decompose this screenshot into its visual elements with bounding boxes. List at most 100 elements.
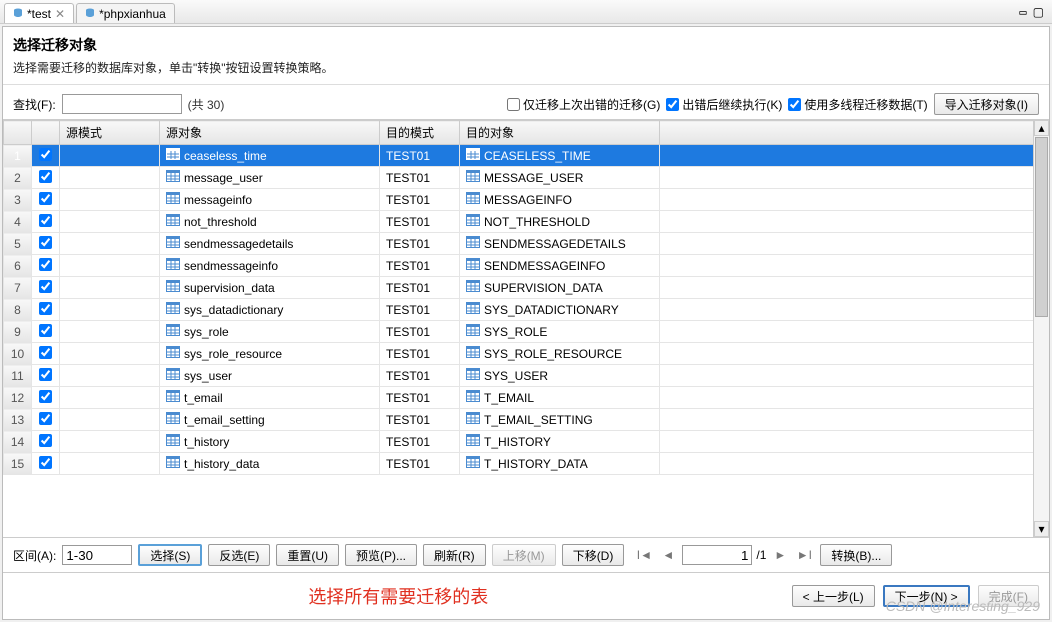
row-number: 9 bbox=[4, 321, 32, 343]
row-checkbox[interactable] bbox=[39, 368, 52, 381]
tab-test[interactable]: *test ✕ bbox=[4, 3, 74, 23]
col-rownum[interactable] bbox=[4, 121, 32, 145]
col-checkbox[interactable] bbox=[32, 121, 60, 145]
cell-src-obj: ceaseless_time bbox=[160, 145, 380, 167]
row-checkbox[interactable] bbox=[39, 148, 52, 161]
table-row[interactable]: 5 sendmessagedetailsTEST01 SENDMESSAGEDE… bbox=[4, 233, 1049, 255]
page-first-icon[interactable]: І◄ bbox=[634, 545, 654, 565]
col-dst-schema[interactable]: 目的模式 bbox=[380, 121, 460, 145]
cell-dst-obj: SYS_ROLE_RESOURCE bbox=[460, 343, 660, 365]
row-checkbox[interactable] bbox=[39, 390, 52, 403]
vertical-scrollbar[interactable]: ▴ ▾ bbox=[1033, 120, 1049, 537]
cell-src-schema bbox=[60, 167, 160, 189]
table-icon bbox=[466, 346, 480, 361]
table-row[interactable]: 14 t_historyTEST01 T_HISTORY bbox=[4, 431, 1049, 453]
page-next-icon[interactable]: ► bbox=[770, 545, 790, 565]
col-extra[interactable] bbox=[660, 121, 1049, 145]
db-icon bbox=[13, 7, 23, 21]
table-row[interactable]: 12 t_emailTEST01 T_EMAIL bbox=[4, 387, 1049, 409]
page-title: 选择迁移对象 bbox=[13, 35, 1039, 55]
row-checkbox[interactable] bbox=[39, 192, 52, 205]
cell-src-schema bbox=[60, 189, 160, 211]
page-total: /1 bbox=[756, 548, 766, 562]
row-checkbox[interactable] bbox=[39, 346, 52, 359]
row-checkbox[interactable] bbox=[39, 236, 52, 249]
table-row[interactable]: 7 supervision_dataTEST01 SUPERVISION_DAT… bbox=[4, 277, 1049, 299]
opt-continue[interactable]: 出错后继续执行(K) bbox=[666, 96, 782, 113]
refresh-button[interactable]: 刷新(R) bbox=[423, 544, 486, 566]
cell-dst-obj: SYS_DATADICTIONARY bbox=[460, 299, 660, 321]
cell-dst-schema: TEST01 bbox=[380, 211, 460, 233]
cell-src-schema bbox=[60, 343, 160, 365]
row-number: 14 bbox=[4, 431, 32, 453]
action-toolbar: 区间(A): 选择(S) 反选(E) 重置(U) 预览(P)... 刷新(R) … bbox=[3, 537, 1049, 572]
table-row[interactable]: 13 t_email_settingTEST01 T_EMAIL_SETTING bbox=[4, 409, 1049, 431]
opt-multithread[interactable]: 使用多线程迁移数据(T) bbox=[788, 96, 927, 113]
scroll-up-icon[interactable]: ▴ bbox=[1034, 120, 1049, 136]
table-row[interactable]: 9 sys_roleTEST01 SYS_ROLE bbox=[4, 321, 1049, 343]
objects-table: 源模式 源对象 目的模式 目的对象 1 ceaseless_timeTEST01… bbox=[3, 119, 1049, 537]
row-checkbox[interactable] bbox=[39, 456, 52, 469]
cell-extra bbox=[660, 387, 1049, 409]
table-icon bbox=[466, 368, 480, 383]
import-button[interactable]: 导入迁移对象(I) bbox=[934, 93, 1039, 115]
page-last-icon[interactable]: ►І bbox=[794, 545, 814, 565]
cell-extra bbox=[660, 321, 1049, 343]
row-checkbox[interactable] bbox=[39, 214, 52, 227]
wizard-footer: 选择所有需要迁移的表 < 上一步(L) 下一步(N) > 完成(F) bbox=[3, 572, 1049, 619]
back-button[interactable]: < 上一步(L) bbox=[792, 585, 875, 607]
next-button[interactable]: 下一步(N) > bbox=[883, 585, 970, 607]
col-src-obj[interactable]: 源对象 bbox=[160, 121, 380, 145]
reset-button[interactable]: 重置(U) bbox=[276, 544, 339, 566]
minimize-icon[interactable]: ▭ bbox=[1019, 5, 1026, 19]
page-input[interactable] bbox=[682, 545, 752, 565]
convert-button[interactable]: 转换(B)... bbox=[820, 544, 892, 566]
table-row[interactable]: 11 sys_userTEST01 SYS_USER bbox=[4, 365, 1049, 387]
invert-button[interactable]: 反选(E) bbox=[208, 544, 270, 566]
row-checkbox[interactable] bbox=[39, 280, 52, 293]
cell-src-schema bbox=[60, 431, 160, 453]
row-checkbox[interactable] bbox=[39, 412, 52, 425]
table-row[interactable]: 15 t_history_dataTEST01 T_HISTORY_DATA bbox=[4, 453, 1049, 475]
table-row[interactable]: 8 sys_datadictionaryTEST01 SYS_DATADICTI… bbox=[4, 299, 1049, 321]
table-icon bbox=[466, 236, 480, 251]
page-prev-icon[interactable]: ◄ bbox=[658, 545, 678, 565]
col-src-schema[interactable]: 源模式 bbox=[60, 121, 160, 145]
close-icon[interactable]: ✕ bbox=[55, 7, 65, 21]
col-dst-obj[interactable]: 目的对象 bbox=[460, 121, 660, 145]
preview-button[interactable]: 预览(P)... bbox=[345, 544, 417, 566]
cell-src-schema bbox=[60, 387, 160, 409]
table-row[interactable]: 2 message_userTEST01 MESSAGE_USER bbox=[4, 167, 1049, 189]
cell-src-schema bbox=[60, 321, 160, 343]
table-icon bbox=[166, 214, 180, 229]
cell-dst-obj: SYS_ROLE bbox=[460, 321, 660, 343]
cell-extra bbox=[660, 145, 1049, 167]
table-row[interactable]: 10 sys_role_resourceTEST01 SYS_ROLE_RESO… bbox=[4, 343, 1049, 365]
table-row[interactable]: 6 sendmessageinfoTEST01 SENDMESSAGEINFO bbox=[4, 255, 1049, 277]
scroll-down-icon[interactable]: ▾ bbox=[1034, 521, 1049, 537]
annotation-text: 选择所有需要迁移的表 bbox=[13, 583, 784, 609]
table-icon bbox=[466, 412, 480, 427]
cell-src-schema bbox=[60, 299, 160, 321]
tab-phpxianhua[interactable]: *phpxianhua bbox=[76, 3, 175, 23]
row-checkbox[interactable] bbox=[39, 302, 52, 315]
tab-bar: *test ✕ *phpxianhua ▭ ▢ bbox=[0, 0, 1052, 24]
row-checkbox[interactable] bbox=[39, 170, 52, 183]
maximize-icon[interactable]: ▢ bbox=[1033, 5, 1044, 19]
select-button[interactable]: 选择(S) bbox=[138, 544, 202, 566]
table-row[interactable]: 1 ceaseless_timeTEST01 CEASELESS_TIME bbox=[4, 145, 1049, 167]
row-checkbox[interactable] bbox=[39, 258, 52, 271]
range-label: 区间(A): bbox=[13, 547, 56, 564]
cell-extra bbox=[660, 431, 1049, 453]
row-checkbox[interactable] bbox=[39, 324, 52, 337]
cell-dst-schema: TEST01 bbox=[380, 189, 460, 211]
search-input[interactable] bbox=[62, 94, 182, 114]
opt-err-only[interactable]: 仅迁移上次出错的迁移(G) bbox=[507, 96, 660, 113]
table-row[interactable]: 3 messageinfoTEST01 MESSAGEINFO bbox=[4, 189, 1049, 211]
range-input[interactable] bbox=[62, 545, 132, 565]
row-checkbox[interactable] bbox=[39, 434, 52, 447]
cell-src-schema bbox=[60, 409, 160, 431]
table-row[interactable]: 4 not_thresholdTEST01 NOT_THRESHOLD bbox=[4, 211, 1049, 233]
move-down-button[interactable]: 下移(D) bbox=[562, 544, 625, 566]
scroll-thumb[interactable] bbox=[1035, 137, 1048, 317]
